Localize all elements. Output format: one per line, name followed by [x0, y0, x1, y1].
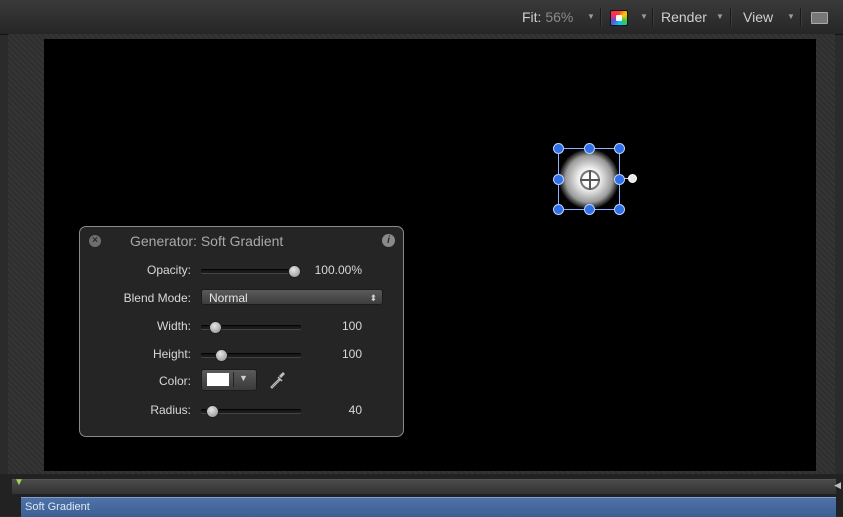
- opacity-value[interactable]: 100.00%: [315, 263, 362, 277]
- view-label: View: [743, 9, 774, 25]
- color-dropdown-icon[interactable]: ▼: [239, 373, 248, 383]
- toolbar-divider: [800, 8, 801, 26]
- height-label: Height:: [152, 347, 191, 361]
- opacity-slider-knob[interactable]: [288, 265, 301, 278]
- render-menu[interactable]: Render: [661, 9, 707, 25]
- handle-bottom[interactable]: [584, 204, 595, 215]
- fit-zoom-menu[interactable]: Fit: 56%: [522, 9, 573, 25]
- handle-right[interactable]: [614, 174, 625, 185]
- soft-gradient-object[interactable]: [553, 143, 637, 215]
- radius-label: Radius:: [150, 403, 191, 417]
- handle-bottom-right[interactable]: [614, 204, 625, 215]
- generator-hud: × Generator: Soft Gradient i Opacity: 10…: [79, 226, 404, 437]
- toolbar-divider: [600, 8, 601, 26]
- width-value[interactable]: 100: [342, 319, 362, 333]
- toolbar-divider: [652, 8, 653, 26]
- radius-value[interactable]: 40: [349, 403, 362, 417]
- radius-slider-knob[interactable]: [206, 405, 219, 418]
- render-label: Render: [661, 9, 707, 25]
- color-dropdown-icon[interactable]: ▼: [640, 12, 648, 21]
- handle-top-left[interactable]: [553, 143, 564, 154]
- updown-arrows-icon: ⬍: [369, 293, 377, 303]
- width-slider-knob[interactable]: [209, 321, 222, 334]
- opacity-label: Opacity:: [146, 263, 191, 277]
- timeline-ruler[interactable]: [12, 479, 836, 494]
- hud-title: Generator: Soft Gradient: [130, 233, 284, 249]
- render-dropdown-icon[interactable]: ▼: [716, 12, 724, 21]
- color-channels-icon[interactable]: [610, 10, 628, 26]
- clip-bar[interactable]: Soft Gradient: [21, 497, 836, 517]
- handle-left[interactable]: [553, 174, 564, 185]
- fit-dropdown-icon[interactable]: ▼: [587, 12, 595, 21]
- toolbar-divider: [730, 8, 731, 26]
- viewer-toolbar: Fit: 56% ▼ ▼ Render ▼ View ▼: [0, 0, 843, 35]
- blend-mode-popup[interactable]: Normal ⬍: [201, 289, 383, 305]
- clip-label: Soft Gradient: [25, 501, 90, 513]
- color-label: Color:: [158, 374, 191, 388]
- mini-timeline: ▼ ◀ Soft Gradient: [0, 474, 843, 517]
- view-layout-icon[interactable]: [811, 12, 828, 24]
- handle-top[interactable]: [584, 143, 595, 154]
- playhead-icon[interactable]: ▼: [14, 477, 24, 488]
- fit-label: Fit:: [522, 9, 542, 25]
- view-menu[interactable]: View: [743, 9, 773, 25]
- color-swatch[interactable]: [207, 373, 229, 386]
- width-label: Width:: [156, 319, 191, 333]
- eyedropper-icon[interactable]: [267, 370, 287, 390]
- blend-mode-value: Normal: [209, 291, 248, 305]
- height-value[interactable]: 100: [342, 347, 362, 361]
- opacity-slider[interactable]: [201, 269, 297, 273]
- color-well[interactable]: ▼: [201, 369, 257, 391]
- rotation-handle[interactable]: [628, 174, 637, 183]
- fit-value: 56%: [545, 9, 574, 25]
- close-icon[interactable]: ×: [89, 235, 101, 247]
- info-icon[interactable]: i: [382, 234, 395, 247]
- view-dropdown-icon[interactable]: ▼: [787, 12, 795, 21]
- color-well-divider: [233, 372, 234, 387]
- handle-top-right[interactable]: [614, 143, 625, 154]
- blend-mode-label: Blend Mode:: [123, 291, 191, 305]
- handle-bottom-left[interactable]: [553, 204, 564, 215]
- out-point-icon[interactable]: ◀: [834, 480, 841, 491]
- anchor-point-icon[interactable]: [580, 170, 600, 190]
- height-slider-knob[interactable]: [215, 349, 228, 362]
